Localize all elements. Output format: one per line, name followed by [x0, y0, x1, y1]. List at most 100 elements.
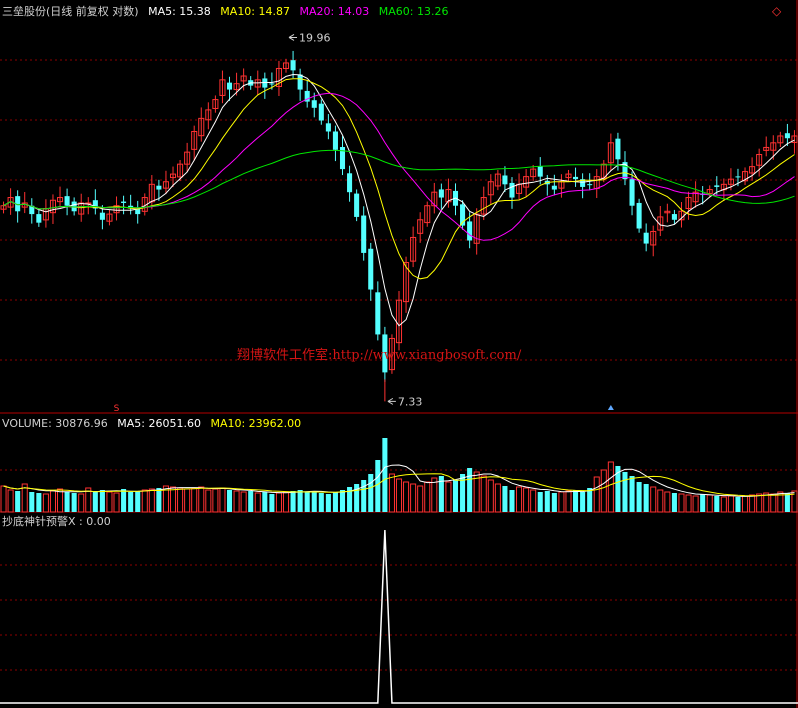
volume-bar [262, 492, 268, 512]
volume-bar [720, 496, 727, 513]
volume-bar [382, 438, 388, 512]
volume-bar [0, 485, 7, 513]
volume-bar [600, 469, 607, 513]
volume-bar [685, 494, 692, 513]
volume-label: VOLUME: 30876.96 [2, 417, 108, 430]
volume-bar [544, 491, 550, 512]
volume-bar [269, 494, 275, 512]
volume-bar [664, 491, 671, 513]
volume-bar [304, 492, 310, 512]
volume-bar [756, 493, 763, 513]
volume-bar [339, 490, 346, 512]
volume-bar [64, 492, 70, 512]
candle-body [573, 176, 579, 180]
volume-bar [587, 488, 593, 512]
volume-bar [219, 487, 226, 513]
candle-body [36, 214, 42, 223]
candle-body [615, 138, 621, 160]
volume-bar [29, 492, 35, 512]
indicator-label: 抄底神针预警X : 0.00 [2, 515, 111, 528]
candle-body [354, 193, 360, 217]
ma60-label: MA60: 13.26 [378, 5, 449, 18]
low-price-label: 7.33 [398, 395, 423, 408]
candle-body [629, 179, 635, 206]
volume-bar [325, 494, 331, 512]
volume-bar [573, 490, 579, 512]
diamond-icon[interactable]: ◇ [772, 4, 781, 18]
ma20-label: MA20: 14.03 [299, 5, 370, 18]
volume-bar [431, 477, 438, 513]
volume-bar [71, 493, 77, 512]
low-arrow-icon [387, 397, 396, 405]
buy-arrow-icon [607, 405, 614, 410]
volume-bar [121, 489, 127, 512]
volume-bar [678, 493, 685, 513]
volume-bar [113, 492, 120, 513]
ma5-line [3, 73, 795, 327]
candle-body [587, 184, 593, 186]
volume-bar [254, 492, 261, 513]
volume-bar [523, 487, 530, 513]
volume-bar [565, 490, 572, 513]
volume-bar [361, 480, 367, 512]
candle-body [643, 232, 649, 244]
volume-header: VOLUME: 30876.96 MA5: 26051.60 MA10: 239… [2, 417, 307, 430]
candle-body [509, 182, 515, 198]
watermark-text: 翔博软件工作室:http://www.xiangbosoft.com/ [237, 348, 522, 363]
volume-bar [92, 491, 98, 512]
volume-bar [692, 495, 699, 513]
volume-bar [177, 487, 184, 513]
volume-bar [275, 492, 282, 513]
volume-bar [135, 491, 141, 512]
volume-bar [593, 476, 600, 513]
volume-bar [248, 491, 254, 512]
volume-bar [184, 488, 191, 513]
candle-body [269, 83, 275, 85]
volume-bar [191, 487, 198, 513]
volume-bar [700, 494, 706, 512]
volume-bar [727, 495, 734, 513]
volume-bar [156, 488, 162, 512]
candle-body [318, 103, 324, 121]
volume-bar [169, 486, 177, 513]
candle-body [714, 185, 720, 187]
candle-body [347, 173, 353, 193]
volume-bar [452, 480, 459, 512]
price-header: 三垒股份(日线 前复权 对数) MA5: 15.38 MA10: 14.87 M… [2, 5, 454, 18]
sell-marker: S [114, 404, 120, 414]
high-price-label: 19.96 [299, 31, 331, 44]
volume-bar [516, 486, 523, 513]
volume-bar [290, 491, 296, 512]
candle-body [99, 212, 105, 220]
volume-bar [417, 485, 424, 513]
volume-bar [537, 492, 543, 512]
volume-bar [297, 490, 303, 512]
volume-bar [388, 473, 395, 513]
candle-body [438, 189, 444, 198]
volume-bar [233, 490, 240, 513]
volume-bar [212, 488, 219, 513]
volume-bar [318, 493, 324, 512]
indicator-header: 抄底神针预警X : 0.00 [2, 515, 117, 528]
volume-bar [629, 476, 635, 512]
volume-bars [0, 438, 798, 513]
volume-bar [56, 488, 64, 513]
volume-bar [198, 486, 205, 513]
volume-bar [643, 484, 649, 512]
volume-bar [509, 490, 515, 512]
volume-bar [480, 475, 487, 513]
candle-body [502, 175, 508, 185]
volume-bar [106, 491, 113, 513]
volume-bar [714, 496, 720, 512]
volume-bar [128, 492, 134, 512]
volume-bar [671, 493, 677, 512]
volume-bar [784, 493, 790, 512]
volume-bar [650, 486, 657, 513]
volume-bar [580, 492, 586, 512]
candle-body [297, 74, 303, 90]
candle-body [64, 196, 70, 206]
volume-bar [332, 492, 338, 512]
candle-body [311, 100, 317, 108]
volume-bar [735, 497, 741, 512]
candle-body [551, 185, 557, 190]
